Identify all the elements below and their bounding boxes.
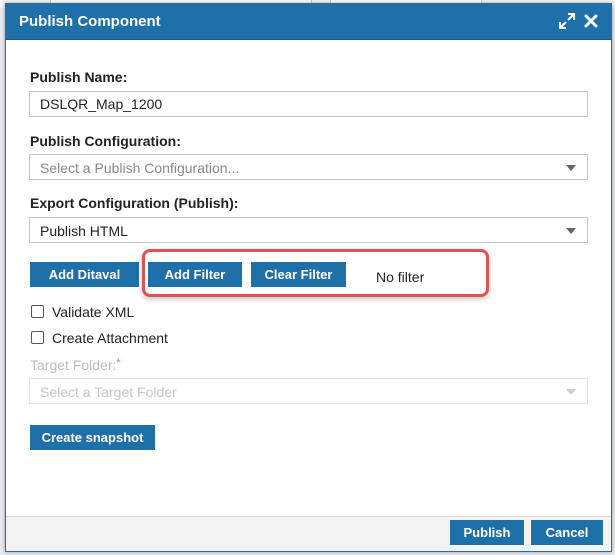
chevron-down-icon xyxy=(566,165,576,171)
publish-configuration-select[interactable]: Select a Publish Configuration... xyxy=(29,154,588,180)
publish-configuration-label: Publish Configuration: xyxy=(30,133,181,149)
publish-configuration-placeholder: Select a Publish Configuration... xyxy=(40,160,240,176)
export-configuration-value: Publish HTML xyxy=(40,223,128,239)
publish-component-dialog: Publish Component Publish Name: Publish … xyxy=(5,3,612,552)
create-attachment-checkbox[interactable] xyxy=(31,331,44,344)
clear-filter-button[interactable]: Clear Filter xyxy=(251,262,346,287)
add-ditaval-button[interactable]: Add Ditaval xyxy=(30,262,139,287)
create-snapshot-button[interactable]: Create snapshot xyxy=(30,425,155,450)
publish-button[interactable]: Publish xyxy=(450,520,524,545)
dialog-titlebar: Publish Component xyxy=(6,4,611,40)
create-attachment-label: Create Attachment xyxy=(52,330,168,346)
export-configuration-label: Export Configuration (Publish): xyxy=(30,195,239,211)
add-filter-button[interactable]: Add Filter xyxy=(148,262,242,287)
filter-status: No filter xyxy=(376,269,425,285)
dialog-footer: Publish Cancel xyxy=(6,516,611,551)
chevron-down-icon xyxy=(566,228,576,234)
target-folder-select: Select a Target Folder xyxy=(29,378,588,404)
required-mark: * xyxy=(116,357,121,369)
chevron-down-icon xyxy=(566,389,576,395)
publish-name-label: Publish Name: xyxy=(30,69,128,85)
target-folder-label: Target Folder:* xyxy=(30,357,121,373)
validate-xml-checkbox[interactable] xyxy=(31,305,44,318)
expand-icon[interactable] xyxy=(558,12,576,30)
export-configuration-select[interactable]: Publish HTML xyxy=(29,217,588,243)
publish-name-input[interactable] xyxy=(29,91,588,117)
target-folder-placeholder: Select a Target Folder xyxy=(40,384,177,400)
validate-xml-label: Validate XML xyxy=(52,304,135,320)
target-folder-label-text: Target Folder: xyxy=(30,357,117,373)
dialog-title: Publish Component xyxy=(19,13,161,30)
close-icon[interactable] xyxy=(582,12,600,30)
cancel-button[interactable]: Cancel xyxy=(531,520,603,545)
